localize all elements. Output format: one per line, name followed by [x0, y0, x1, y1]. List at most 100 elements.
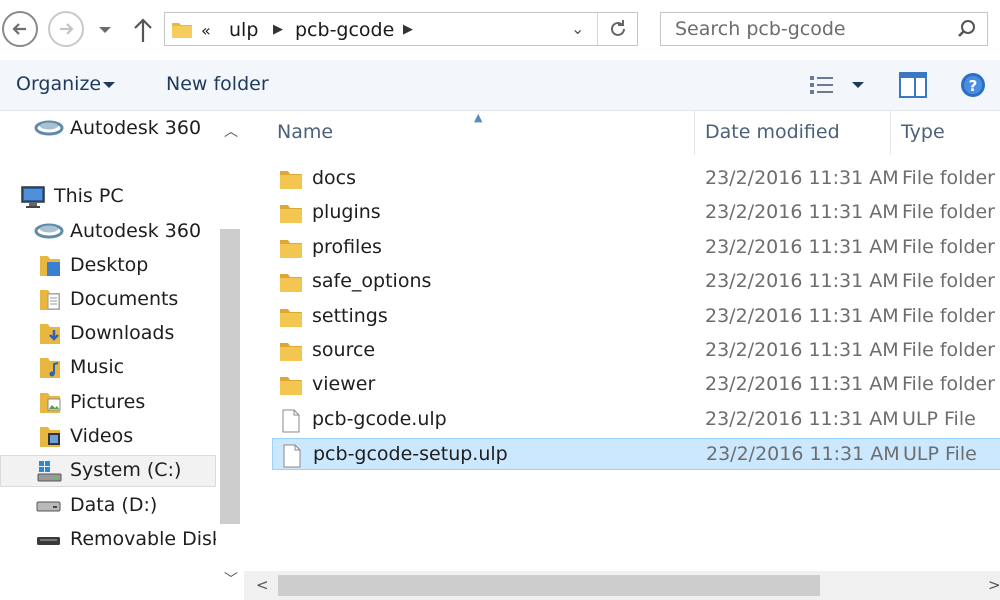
- svg-text:?: ?: [969, 77, 978, 95]
- file-row[interactable]: viewer 23/2/2016 11:31 AM File folder: [272, 369, 1000, 401]
- nav-scrollbar[interactable]: ︿ ﹀: [216, 111, 244, 600]
- search-placeholder[interactable]: Search pcb-gcode: [675, 18, 846, 40]
- back-button[interactable]: [2, 11, 38, 47]
- nav-item-autodesk-360[interactable]: Autodesk 360: [0, 113, 216, 145]
- videos-folder-icon: [40, 427, 60, 447]
- file-name: source: [312, 339, 376, 361]
- arrow-up-icon: [134, 18, 152, 42]
- recent-locations-button[interactable]: [94, 20, 116, 40]
- folder-icon: [280, 343, 302, 361]
- chevron-down-icon[interactable]: ﹀: [224, 569, 238, 589]
- file-row[interactable]: plugins 23/2/2016 11:31 AM File folder: [272, 197, 1000, 229]
- nav-item-label: Documents: [70, 288, 179, 310]
- nav-item-system-c[interactable]: System (C:): [0, 455, 216, 487]
- folder-icon: [280, 171, 302, 189]
- nav-item-videos[interactable]: Videos: [0, 421, 216, 453]
- search-icon[interactable]: [957, 19, 977, 39]
- file-type: File folder: [902, 167, 995, 189]
- file-row[interactable]: safe_options 23/2/2016 11:31 AM File folde…: [272, 266, 1000, 298]
- nav-item-data-d[interactable]: Data (D:): [0, 490, 216, 522]
- preview-pane-icon[interactable]: [899, 72, 927, 98]
- nav-item-autodesk-360-pc[interactable]: Autodesk 360: [0, 216, 216, 248]
- file-row[interactable]: source 23/2/2016 11:31 AM File folder: [272, 335, 1000, 367]
- file-row[interactable]: pcb-gcode.ulp 23/2/2016 11:31 AM ULP File: [272, 404, 1000, 436]
- breadcrumb-separator-icon[interactable]: ▶: [273, 22, 283, 37]
- nav-item-removable-disk[interactable]: Removable Disk (: [0, 524, 236, 556]
- file-name: viewer: [312, 373, 376, 396]
- search-box[interactable]: Search pcb-gcode: [660, 12, 988, 46]
- this-pc-icon: [21, 186, 45, 208]
- horizontal-scrollbar[interactable]: < >: [244, 571, 1000, 600]
- file-date-modified: 23/2/2016 11:31 AM: [705, 201, 899, 224]
- file-name: docs: [312, 167, 357, 189]
- column-header-name[interactable]: Name: [277, 121, 333, 143]
- organize-button[interactable]: Organize: [16, 73, 101, 95]
- file-date-modified: 23/2/2016 11:31 AM: [705, 339, 899, 361]
- forward-button[interactable]: [48, 11, 84, 47]
- nav-item-documents[interactable]: Documents: [0, 284, 216, 316]
- nav-item-desktop[interactable]: Desktop: [0, 250, 216, 282]
- horizontal-scroll-thumb[interactable]: [278, 575, 820, 596]
- nav-item-label: Removable Disk (: [70, 528, 237, 550]
- nav-item-label: Data (D:): [70, 494, 158, 516]
- nav-scroll-thumb[interactable]: [220, 229, 240, 524]
- nav-item-label: This PC: [54, 185, 124, 207]
- file-row[interactable]: settings 23/2/2016 11:31 AM File folder: [272, 301, 1000, 333]
- file-name: pcb-gcode.ulp: [312, 407, 447, 430]
- file-name: settings: [312, 304, 388, 327]
- nav-item-label: Pictures: [70, 391, 146, 413]
- nav-item-music[interactable]: Music: [0, 352, 216, 384]
- file-row-selected[interactable]: pcb-gcode-setup.ulp 23/2/2016 11:31 AM ULP…: [272, 438, 1000, 471]
- chevron-down-icon: [99, 27, 111, 33]
- breadcrumb-separator-icon[interactable]: ▶: [403, 22, 413, 37]
- file-name: plugins: [312, 201, 381, 224]
- file-row[interactable]: docs 23/2/2016 11:31 AM File folder: [272, 163, 1000, 195]
- drive-icon: [36, 501, 61, 512]
- help-icon[interactable]: ?: [960, 72, 986, 98]
- file-type: File folder: [902, 339, 995, 361]
- folder-icon: [280, 274, 302, 293]
- system-drive-icon: [37, 461, 62, 482]
- up-button[interactable]: [130, 14, 156, 46]
- file-type: File folder: [902, 373, 995, 396]
- nav-item-label: Downloads: [70, 322, 175, 344]
- new-folder-button[interactable]: New folder: [166, 73, 269, 95]
- autodesk-360-icon: [34, 120, 64, 136]
- file-date-modified: 23/2/2016 11:31 AM: [705, 373, 899, 396]
- folder-icon: [280, 205, 302, 224]
- arrow-right-icon: [60, 23, 74, 35]
- breadcrumb-overflow[interactable]: «: [201, 21, 211, 40]
- column-divider[interactable]: [890, 111, 891, 155]
- file-type: File folder: [902, 304, 995, 327]
- view-details-icon[interactable]: [808, 74, 836, 96]
- nav-item-this-pc[interactable]: This PC: [0, 181, 216, 213]
- chevron-down-icon[interactable]: [851, 80, 865, 90]
- file-name: safe_options: [312, 270, 432, 293]
- refresh-icon[interactable]: [607, 18, 629, 40]
- folder-icon: [280, 239, 302, 258]
- autodesk-360-icon: [34, 223, 64, 239]
- nav-item-downloads[interactable]: Downloads: [0, 318, 216, 350]
- file-date-modified: 23/2/2016 11:31 AM: [705, 235, 899, 258]
- file-icon: [283, 444, 301, 468]
- column-divider[interactable]: [694, 111, 695, 155]
- breadcrumb-pcb-gcode[interactable]: pcb-gcode: [295, 19, 394, 41]
- folder-icon: [280, 377, 302, 396]
- file-name: pcb-gcode-setup.ulp: [313, 443, 508, 466]
- column-header-date-modified[interactable]: Date modified: [705, 121, 840, 143]
- column-header-type[interactable]: Type: [901, 121, 945, 143]
- file-icon: [282, 409, 300, 433]
- chevron-down-icon[interactable]: [102, 80, 116, 90]
- file-row[interactable]: profiles 23/2/2016 11:31 AM File folder: [272, 232, 1000, 264]
- folder-icon: [172, 23, 192, 38]
- pictures-folder-icon: [40, 393, 61, 413]
- chevron-up-icon[interactable]: ︿: [224, 121, 238, 141]
- chevron-right-icon[interactable]: >: [988, 576, 1000, 594]
- removable-disk-icon: [37, 537, 60, 545]
- desktop-folder-icon: [40, 256, 60, 276]
- address-dropdown-icon[interactable]: ⌄: [571, 19, 584, 38]
- breadcrumb-ulp[interactable]: ulp: [229, 19, 258, 41]
- nav-item-pictures[interactable]: Pictures: [0, 387, 216, 419]
- chevron-left-icon[interactable]: <: [256, 576, 269, 594]
- address-bar[interactable]: « ulp ▶ pcb-gcode ▶ ⌄: [164, 12, 638, 46]
